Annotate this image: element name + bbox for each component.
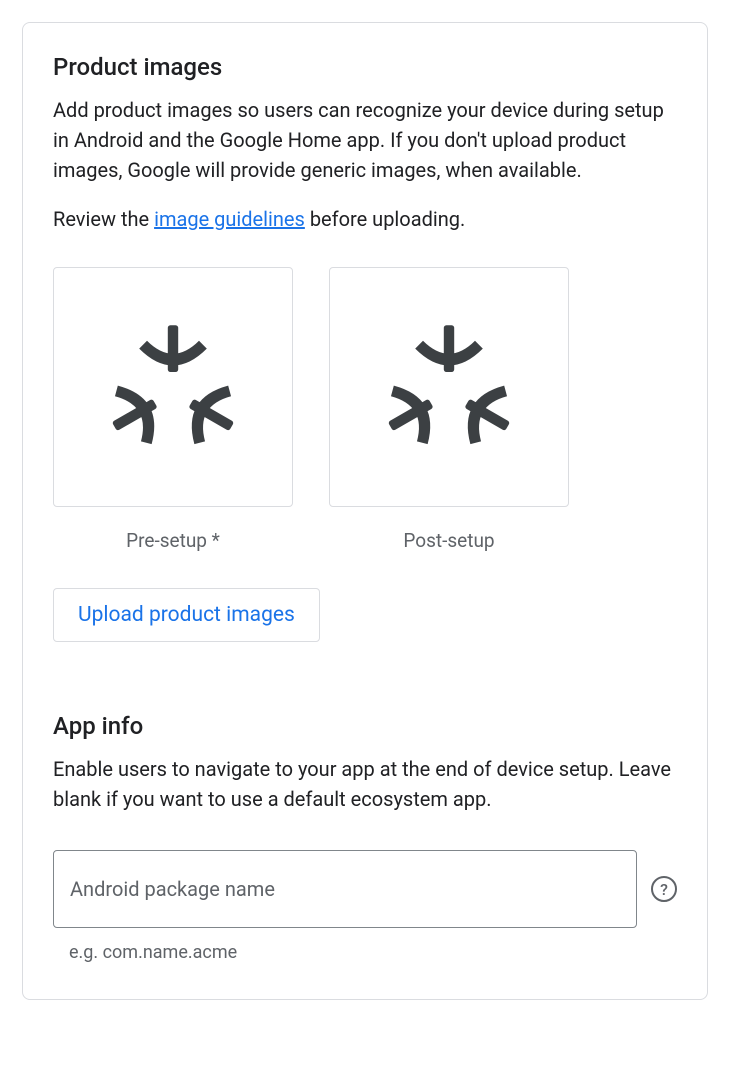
- app-info-description: Enable users to navigate to your app at …: [53, 754, 677, 814]
- pre-setup-image-box[interactable]: [53, 267, 293, 507]
- matter-logo-icon: [108, 320, 238, 454]
- image-guidelines-link[interactable]: image guidelines: [154, 207, 305, 231]
- package-name-input-wrap: [53, 850, 637, 928]
- upload-product-images-button[interactable]: Upload product images: [53, 588, 320, 642]
- post-setup-caption: Post-setup: [403, 529, 494, 552]
- package-name-row: ?: [53, 850, 677, 928]
- pre-setup-image-item: Pre-setup *: [53, 267, 293, 552]
- help-icon[interactable]: ?: [651, 876, 677, 902]
- post-setup-image-item: Post-setup: [329, 267, 569, 552]
- review-suffix: before uploading.: [305, 207, 465, 231]
- matter-logo-icon: [384, 320, 514, 454]
- package-name-hint: e.g. com.name.acme: [69, 942, 677, 963]
- product-image-row: Pre-setup *: [53, 267, 677, 552]
- settings-card: Product images Add product images so use…: [22, 22, 708, 1000]
- android-package-name-input[interactable]: [53, 850, 637, 928]
- product-images-description: Add product images so users can recogniz…: [53, 95, 677, 185]
- product-images-title: Product images: [53, 53, 677, 81]
- review-guidelines-line: Review the image guidelines before uploa…: [53, 207, 677, 231]
- review-prefix: Review the: [53, 207, 154, 231]
- post-setup-image-box[interactable]: [329, 267, 569, 507]
- app-info-title: App info: [53, 712, 677, 740]
- pre-setup-caption: Pre-setup *: [126, 529, 220, 552]
